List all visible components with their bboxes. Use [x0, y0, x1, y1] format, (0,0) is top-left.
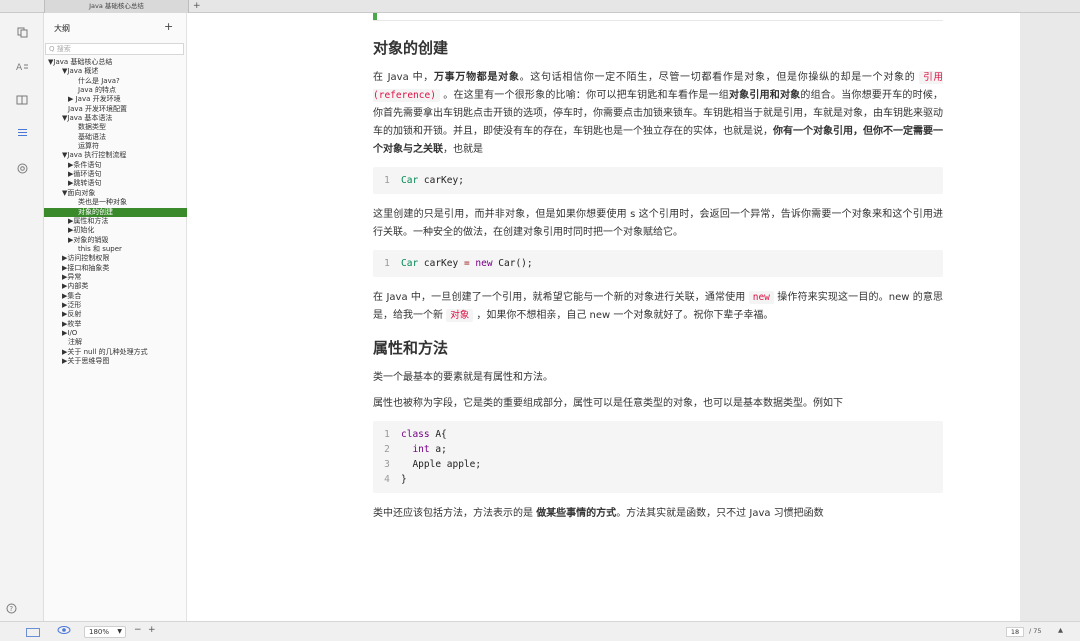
- divider: [373, 20, 943, 21]
- outline-item[interactable]: ▶接口和抽象类: [44, 264, 187, 273]
- inline-code: new: [748, 291, 774, 304]
- zoom-in-button[interactable]: +: [148, 625, 156, 635]
- tab-strip: Java 基础核心总结 +: [0, 0, 1080, 13]
- code-block[interactable]: 1 class A{ 2 int a; 3 Apple apple; 4}: [373, 421, 943, 493]
- new-tab-button[interactable]: +: [193, 0, 201, 12]
- outline-item[interactable]: ▶循环语句: [44, 170, 187, 179]
- outline-item[interactable]: 对象的创建: [44, 207, 187, 217]
- outline-item[interactable]: ▶对象的销毁: [44, 236, 187, 245]
- paragraph: 类中还应该包括方法，方法表示的是 做某些事情的方式。方法其实就是函数，只不过 J…: [373, 508, 824, 519]
- outline-item[interactable]: ▼Java 基本语法: [44, 114, 187, 123]
- list-icon[interactable]: [0, 127, 44, 140]
- outline-item[interactable]: ▶枚举: [44, 320, 187, 329]
- outline-item[interactable]: ▶关于思维导图: [44, 357, 187, 366]
- book-icon[interactable]: [0, 95, 44, 108]
- heading-properties-methods: 属性和方法: [373, 339, 449, 357]
- svg-text:?: ?: [9, 605, 13, 613]
- page-up-button[interactable]: ▲: [1058, 626, 1063, 634]
- outline-item[interactable]: ▼Java 基础核心总结: [44, 58, 187, 67]
- page-total: / 75: [1029, 627, 1042, 635]
- outline-item[interactable]: ▼面向对象: [44, 189, 187, 198]
- sidebar-toggle-icon[interactable]: [26, 628, 40, 637]
- zoom-out-button[interactable]: −: [134, 625, 142, 635]
- page-number-input[interactable]: 18: [1006, 627, 1024, 637]
- outline-item[interactable]: ▶初始化: [44, 226, 187, 235]
- zoom-select[interactable]: 180% ▼: [84, 626, 126, 638]
- chevron-down-icon: ▼: [117, 628, 122, 635]
- document-view: 对象的创建 在 Java 中，万事万物都是对象。这句话相信你一定不陌生，尽管一切…: [187, 13, 1020, 621]
- eye-icon[interactable]: [57, 625, 71, 638]
- paragraph: 属性也被称为字段，它是类的重要组成部分，属性可以是任意类型的对象，也可以是基本数…: [373, 398, 843, 409]
- code-block[interactable]: 1 Car carKey;: [373, 167, 943, 194]
- outline-tree: ▼Java 基础核心总结 ▼Java 概述 什么是 Java? Java 的特点 ▶ J…: [44, 58, 187, 366]
- target-icon[interactable]: [0, 163, 44, 177]
- outline-item[interactable]: 类也是一种对象: [44, 198, 187, 207]
- outline-item[interactable]: ▶ Java 开发环境: [44, 95, 187, 104]
- font-icon[interactable]: A: [0, 61, 44, 75]
- outline-item[interactable]: ▶访问控制权限: [44, 254, 187, 263]
- outline-item[interactable]: ▼Java 概述: [44, 67, 187, 76]
- outline-item[interactable]: this 和 super: [44, 245, 187, 254]
- help-icon[interactable]: ?: [6, 603, 17, 617]
- paragraph: 类一个最基本的要素就是有属性和方法。: [373, 372, 553, 383]
- outline-item[interactable]: 运算符: [44, 142, 187, 151]
- outline-item[interactable]: ▶集合: [44, 292, 187, 301]
- document-tab[interactable]: Java 基础核心总结: [44, 0, 189, 13]
- outline-item[interactable]: ▶异常: [44, 273, 187, 282]
- paragraph: 这里创建的只是引用，而并非对象，但是如果你想要使用 s 这个引用时，会返回一个异…: [373, 209, 943, 238]
- outline-item[interactable]: ▼Java 执行控制流程: [44, 151, 187, 160]
- outline-item[interactable]: ▶条件语句: [44, 161, 187, 170]
- paragraph: 在 Java 中，一旦创建了一个引用，就希望它能与一个新的对象进行关联，通常使用…: [373, 291, 943, 322]
- status-bar: 180% ▼ − + 18 / 75 ▲: [0, 621, 1080, 641]
- outline-add-button[interactable]: +: [164, 20, 173, 33]
- outline-item[interactable]: ▶I/O: [44, 329, 187, 338]
- outline-item[interactable]: Java 开发环境配置: [44, 105, 187, 114]
- outline-item[interactable]: ▶内部类: [44, 282, 187, 291]
- outline-item[interactable]: ▶关于 null 的几种处理方式: [44, 348, 187, 357]
- outline-item[interactable]: 什么是 Java?: [44, 77, 187, 86]
- code-block[interactable]: 1 Car carKey = new Car();: [373, 250, 943, 277]
- outline-item[interactable]: 注解: [44, 338, 187, 347]
- outline-item[interactable]: 基础语法: [44, 133, 187, 142]
- svg-text:A: A: [16, 63, 23, 72]
- outline-item[interactable]: 数据类型: [44, 123, 187, 132]
- icon-rail: A: [0, 13, 44, 641]
- inline-code: 对象: [446, 309, 474, 322]
- outline-item[interactable]: ▶反射: [44, 310, 187, 319]
- outline-header: 大纲: [54, 24, 70, 33]
- paragraph: 在 Java 中，万事万物都是对象。这句话相信你一定不陌生，尽管一切都看作是对象…: [373, 71, 944, 155]
- document-content: 对象的创建 在 Java 中，万事万物都是对象。这句话相信你一定不陌生，尽管一切…: [373, 39, 943, 531]
- heading-object-creation: 对象的创建: [373, 39, 449, 57]
- outline-item[interactable]: ▶属性和方法: [44, 217, 187, 226]
- outline-item[interactable]: ▶泛形: [44, 301, 187, 310]
- copy-icon[interactable]: [0, 27, 44, 41]
- outline-item[interactable]: ▶跳转语句: [44, 179, 187, 188]
- right-gutter: [1020, 13, 1080, 621]
- outline-sidebar: 大纲 + Q 搜索 ▼Java 基础核心总结 ▼Java 概述 什么是 Java? J…: [44, 13, 187, 621]
- outline-search-input[interactable]: Q 搜索: [45, 43, 184, 55]
- outline-item[interactable]: Java 的特点: [44, 86, 187, 95]
